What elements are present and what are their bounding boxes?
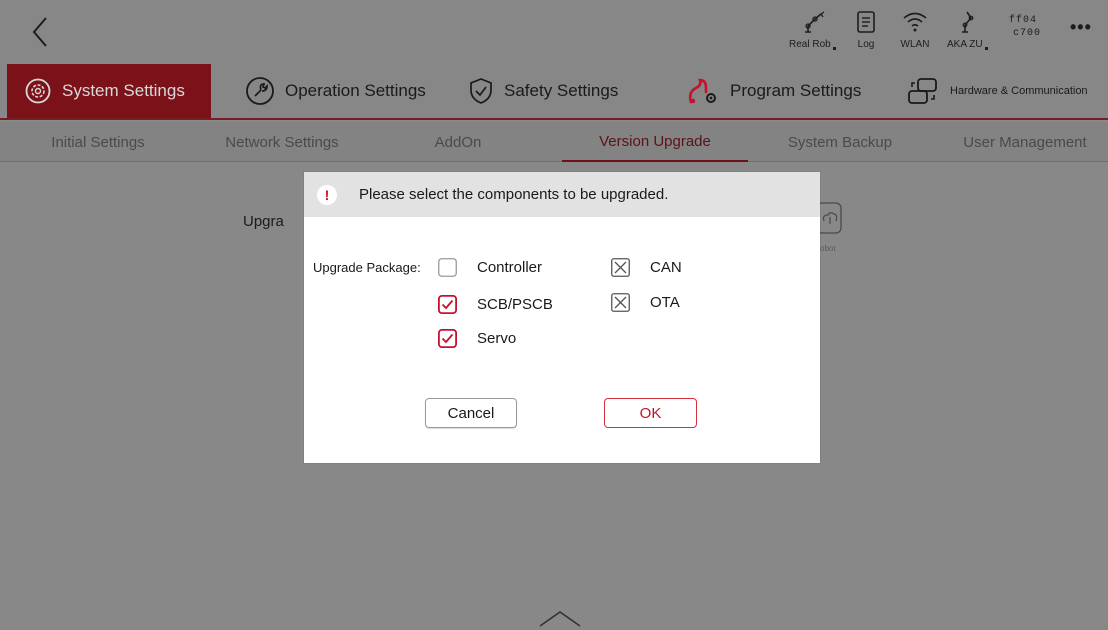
option-ota: OTA (611, 293, 680, 312)
subtab-user-management-label: User Management (963, 133, 1087, 151)
subtab-initial-settings[interactable]: Initial Settings (18, 122, 178, 162)
subtab-system-backup-label: System Backup (787, 133, 893, 151)
tab-operation-settings[interactable]: Operation Settings (245, 64, 426, 118)
option-can-label: CAN (650, 259, 682, 276)
device-id-line2: c700 (1013, 28, 1042, 39)
sub-tabs: Initial Settings Network Settings AddOn … (0, 122, 1108, 162)
robot-arm-icon (805, 11, 825, 33)
more-button[interactable]: ••• (1070, 18, 1092, 36)
gear-icon (25, 78, 51, 104)
tab-program-settings[interactable]: Program Settings (686, 64, 861, 118)
tab-hardware-communication[interactable]: Hardware & Communication (906, 64, 1108, 118)
tab-hardware-communication-label: Hardware & Communication (950, 85, 1088, 97)
upgrade-caption-background: obot (820, 244, 836, 253)
checkbox-disabled-icon (611, 293, 630, 312)
subtab-system-backup[interactable]: System Backup (764, 122, 916, 162)
option-scb-pscb[interactable]: SCB/PSCB (438, 295, 553, 314)
subtab-user-management[interactable]: User Management (946, 122, 1104, 162)
upgrade-package-label: Upgrade Package: (313, 260, 421, 275)
chevron-up-icon[interactable] (538, 606, 582, 630)
subtab-network-settings[interactable]: Network Settings (198, 122, 366, 162)
device-id-line1: ff04 (1009, 15, 1038, 26)
wlan-label: WLAN (900, 39, 930, 50)
wifi-icon (903, 12, 927, 32)
checkbox-disabled-icon (611, 258, 630, 277)
main-tabs: System Settings Operation Settings Safet… (0, 64, 1108, 120)
subtab-network-settings-label: Network Settings (225, 133, 339, 151)
back-button[interactable] (22, 12, 62, 52)
checkbox-unchecked-icon[interactable] (438, 258, 457, 277)
hardware-icon (908, 78, 937, 104)
robot-model-label: AKA ZU (947, 39, 983, 50)
ok-button[interactable]: OK (604, 398, 697, 428)
chevron-left-icon (32, 17, 47, 47)
dialog-title: Please select the components to be upgra… (359, 186, 669, 203)
wlan-status[interactable]: WLAN (900, 8, 930, 60)
tab-program-settings-label: Program Settings (730, 81, 862, 100)
wrench-icon (246, 77, 274, 105)
tab-safety-settings-label: Safety Settings (504, 81, 619, 100)
tab-safety-settings[interactable]: Safety Settings (468, 64, 618, 118)
device-id: ff04 c700 (1009, 14, 1041, 40)
dialog-header: ! Please select the components to be upg… (304, 172, 820, 217)
real-robot-label: Real Rob (789, 39, 831, 50)
upgrade-label-background: Upgra (243, 213, 284, 230)
cancel-button[interactable]: Cancel (425, 398, 517, 428)
subtab-initial-settings-label: Initial Settings (51, 133, 145, 151)
checkbox-checked-icon[interactable] (438, 329, 457, 348)
alert-icon: ! (317, 184, 337, 205)
log-label: Log (857, 39, 875, 50)
option-scb-pscb-label: SCB/PSCB (477, 296, 553, 313)
robot-model-status[interactable]: AKA ZU (947, 8, 988, 60)
option-servo-label: Servo (477, 330, 517, 347)
log-icon (857, 11, 875, 33)
subtab-addon[interactable]: AddOn (398, 122, 518, 162)
tab-system-settings[interactable]: System Settings (7, 64, 211, 118)
subtab-addon-label: AddOn (434, 133, 482, 151)
option-can: CAN (611, 258, 682, 277)
option-controller[interactable]: Controller (438, 258, 542, 277)
upgrade-dialog: ! Please select the components to be upg… (304, 172, 820, 463)
upgrade-cloud-icon (816, 202, 842, 234)
robot-model-icon (962, 11, 974, 33)
program-icon (688, 78, 716, 104)
checkbox-checked-icon[interactable] (438, 295, 457, 314)
option-servo[interactable]: Servo (438, 329, 516, 348)
option-ota-label: OTA (650, 294, 680, 311)
subtab-version-upgrade[interactable]: Version Upgrade (562, 122, 748, 162)
tab-operation-settings-label: Operation Settings (285, 81, 426, 100)
real-robot-status[interactable]: Real Rob (789, 8, 836, 60)
shield-icon (470, 78, 492, 104)
option-controller-label: Controller (477, 259, 543, 276)
tab-system-settings-label: System Settings (62, 81, 185, 100)
top-bar: Real Rob Log WLAN AKA ZU ff04 c700 ••• (0, 0, 1108, 64)
log-status[interactable]: Log (851, 8, 881, 60)
subtab-version-upgrade-label: Version Upgrade (599, 132, 711, 150)
